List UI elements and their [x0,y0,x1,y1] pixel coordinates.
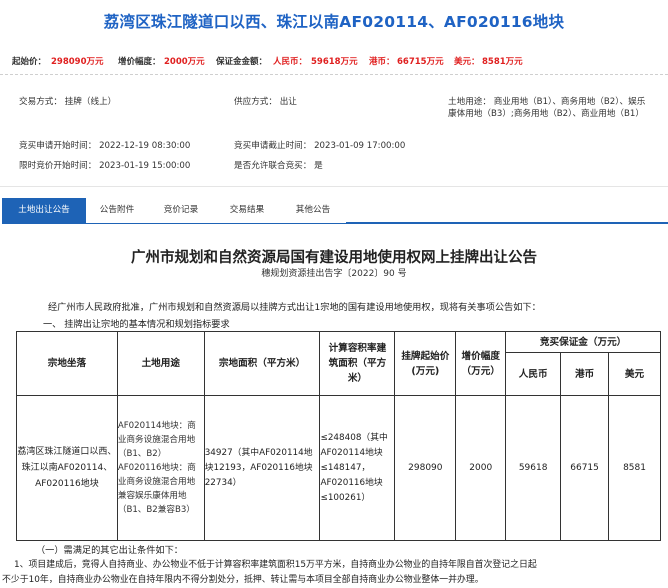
supply-method: 供应方式： 出让 [234,97,297,107]
cell-usd: 8581 [608,395,661,541]
condition-line-1: 1、项目建成后，竞得人自持商业、办公物业不低于计算容积率建筑面积15万平方米，自… [14,560,537,570]
announcement-number: 穗规划资源挂出告字〔2022〕90 号 [261,269,407,279]
bid-start-time: 限时竞价开始时间： 2023-01-19 15:00:00 [19,161,191,171]
cell-hkd: 66715 [560,395,610,541]
usd-value: 8581万元 [482,57,523,67]
table-row: 荔湾区珠江隧道口以西、珠江以南AF020114、AF020116地块 AF020… [16,395,661,541]
start-price-label: 起始价： [12,57,47,67]
cell-location: 荔湾区珠江隧道口以西、珠江以南AF020114、AF020116地块 [16,395,118,541]
cell-far-area: ≤248408（其中AF020114地块≤148147，AF020116地块≤1… [319,395,396,541]
header-start-price: 挂牌起始价(万元) [394,331,457,396]
divider [0,74,668,75]
header-location: 宗地坐落 [16,331,118,396]
tab-bid-records[interactable]: 竞价记录 [148,198,214,223]
apply-start-time: 竞买申请开始时间： 2022-12-19 08:30:00 [19,141,191,151]
cell-area: 34927（其中AF020114地块12193，AF020116地块22734） [203,395,321,541]
cell-rmb: 59618 [505,395,562,541]
header-hkd: 港币 [560,352,610,396]
usd-label: 美元： [454,57,480,67]
joint-bid-allowed: 是否允许联合竞买： 是 [234,161,323,171]
header-rmb: 人民币 [505,352,562,396]
hkd-value: 66715万元 [397,57,444,67]
increment-value: 2000万元 [164,57,205,67]
header-deposit: 竞买保证金（万元） [505,331,661,353]
header-area: 宗地面积（平方米） [203,331,321,396]
deposit-label: 保证金金额： [216,57,268,67]
condition-line-2: 不少于10年，自持商业办公物业在自持年限内不得分割处分，抵押、转让需与本项目全部… [2,575,484,585]
hkd-label: 港币： [369,57,395,67]
apply-end-time: 竞买申请截止时间： 2023-01-09 17:00:00 [234,141,406,151]
land-info-table: 宗地坐落 土地用途 宗地面积（平方米） 计算容积率建筑面积（平方米） 挂牌起始价… [16,331,661,541]
land-use-info: 土地用途： 商业用地（B1）、商务用地（B2）、娱乐康体用地（B3）;商务用地（… [448,97,646,119]
page-title: 荔湾区珠江隧道口以西、珠江以南AF020114、AF020116地块 [103,13,565,31]
header-far-area: 计算容积率建筑面积（平方米） [319,331,396,396]
rmb-label: 人民币： [273,57,308,67]
announcement-title: 广州市规划和自然资源局国有建设用地使用权网上挂牌出让公告 [131,249,537,266]
header-increment: 增价幅度（万元） [455,331,507,396]
cell-land-use: AF020114地块：商业商务设施混合用地（B1、B2）AF020116地块：商… [116,395,205,541]
start-price-value: 298090万元 [51,57,104,67]
trade-method: 交易方式： 挂牌（线上） [19,97,117,107]
rmb-value: 59618万元 [311,57,358,67]
divider [0,186,668,187]
cell-increment: 2000 [455,395,507,541]
intro-paragraph: 经广州市人民政府批准，广州市规划和自然资源局以挂牌方式出让1宗地的国有建设用地使… [48,302,541,313]
cell-start-price: 298090 [394,395,457,541]
conditions-heading: （一）需满足的其它出让条件如下： [36,545,183,556]
tab-results[interactable]: 交易结果 [214,198,280,223]
tab-attachments[interactable]: 公告附件 [86,198,148,223]
tab-bar: 土地出让公告 公告附件 竞价记录 交易结果 其他公告 [2,198,668,224]
section-heading: 一、 挂牌出让宗地的基本情况和规划指标要求 [43,319,230,330]
increment-label: 增价幅度： [118,57,161,67]
header-usd: 美元 [608,352,661,396]
tab-other-notices[interactable]: 其他公告 [280,198,346,223]
price-summary-bar: 起始价： 298090万元 增价幅度： 2000万元 保证金金额： 人民币： 5… [0,55,668,70]
tab-announcement[interactable]: 土地出让公告 [2,198,86,223]
header-land-use: 土地用途 [116,331,205,396]
